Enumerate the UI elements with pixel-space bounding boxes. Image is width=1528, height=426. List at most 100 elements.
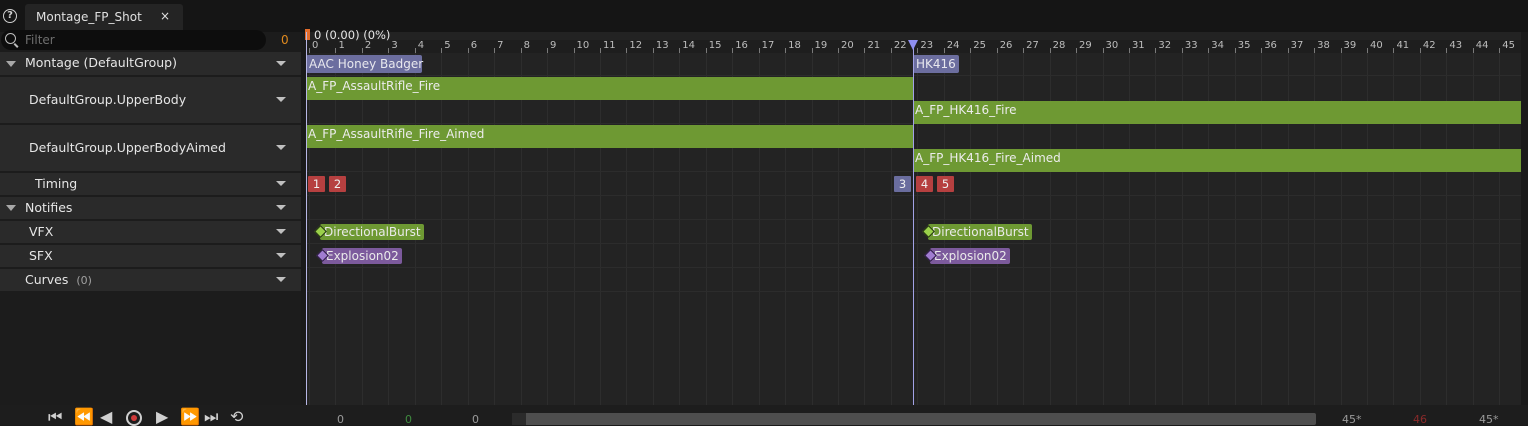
timing-marker[interactable]: 5 [937,176,954,192]
collapse-arrow-icon[interactable] [6,205,16,211]
ruler-tick [388,48,390,53]
collapse-arrow-icon[interactable] [6,61,16,67]
tab-montage[interactable]: Montage_FP_Shot × [25,4,183,30]
horizontal-scrollbar[interactable] [512,413,1316,425]
track-sfx[interactable]: SFX [0,245,301,267]
tab-title: Montage_FP_Shot [36,10,142,24]
grid-line [599,53,601,405]
track-upperbody[interactable]: DefaultGroup.UpperBody [0,77,301,123]
close-icon[interactable]: × [160,9,170,23]
work-end[interactable]: 45* [1479,413,1499,426]
ruler-tick-label: 22 [893,40,907,51]
track-vfx[interactable]: VFX [0,221,301,243]
ruler-tick-label: 19 [814,40,828,51]
filter-input[interactable] [25,31,255,49]
ruler-tick-label: 4 [417,40,425,51]
start-line [306,32,307,405]
time-readout: 0 (0.00) (0%) [314,28,391,42]
help-icon[interactable]: ? [3,9,17,23]
ruler-tick-label: 41 [1396,40,1410,51]
ruler-tick-label: 36 [1264,40,1277,51]
anim-segment[interactable]: A_FP_AssaultRifle_Fire_Aimed [306,125,913,148]
scrollbar-thumb-cap [512,413,526,425]
range-start[interactable]: 0 [337,413,344,426]
grid-line [626,53,628,405]
section-aac-honey-badger[interactable]: AAC Honey Badger [306,55,423,73]
grid-line [652,53,654,405]
filter-box[interactable] [1,30,266,50]
dropdown-arrow-icon[interactable] [276,229,286,234]
grid-line [811,53,813,405]
timing-marker[interactable]: 1 [308,176,325,192]
grid-line [309,53,310,405]
track-upperbody-aimed[interactable]: DefaultGroup.UpperBodyAimed [0,125,301,171]
ruler-tick-label: 18 [788,40,801,51]
track-montage-group[interactable]: Montage (DefaultGroup) [0,52,301,75]
track-label: Montage (DefaultGroup) [25,55,177,70]
ruler-tick-label: 3 [391,40,398,51]
step-back-icon[interactable]: ⏪ [74,409,94,425]
notify-label: Explosion02 [326,249,399,263]
current-frame[interactable]: 0 [405,413,412,426]
dropdown-arrow-icon[interactable] [276,253,286,258]
track-curves[interactable]: Curves (0) [0,269,301,291]
ruler-tick-label: 10 [576,40,590,51]
ruler-tick [414,48,416,53]
ruler-tick [1049,48,1051,53]
ruler-tick [1076,48,1078,53]
anim-segment[interactable]: A_FP_HK416_Fire_Aimed [913,149,1521,172]
section-hk416[interactable]: HK416 [913,55,959,73]
timing-marker[interactable]: 3 [894,176,911,192]
ruler-tick [1419,48,1421,53]
vfx-notify[interactable]: DirectionalBurst [314,224,424,240]
timing-marker[interactable]: 2 [329,176,346,192]
ruler-tick [785,48,787,53]
ruler-tick-label: 14 [682,40,696,51]
filter-count: 0 [281,33,289,47]
grid-line [732,53,734,405]
step-forward-icon[interactable]: ⏩ [180,409,200,425]
loop-icon[interactable]: ⟲ [230,409,243,425]
track-label: Timing [35,176,78,191]
dropdown-arrow-icon[interactable] [276,97,286,102]
ruler-tick [705,48,707,53]
track-timing[interactable]: Timing [0,173,301,195]
jump-to-end-icon[interactable]: ⏭ [204,409,218,425]
ruler-tick-label: 25 [973,40,986,51]
dropdown-arrow-icon[interactable] [276,205,286,210]
anim-segment[interactable]: A_FP_HK416_Fire [913,101,1521,124]
grid-line [573,53,575,405]
record-icon[interactable] [126,410,142,426]
track-notifies[interactable]: Notifies [0,197,301,219]
play-icon[interactable]: ▶ [156,409,168,425]
ruler-tick [626,48,628,53]
playhead-handle[interactable] [908,40,918,50]
view-end[interactable]: 45* [1342,413,1362,426]
ruler-tick-label: 9 [550,40,557,51]
ruler-tick-label: 24 [946,40,960,51]
ruler-tick [494,48,496,53]
ruler-tick-label: 21 [867,40,881,51]
dropdown-arrow-icon[interactable] [276,145,286,150]
playhead-line[interactable] [913,40,914,405]
ruler-tick-label: 20 [841,40,854,51]
grid-line [679,53,681,405]
timing-marker[interactable]: 4 [916,176,933,192]
vfx-notify[interactable]: DirectionalBurst [922,224,1032,240]
dropdown-arrow-icon[interactable] [276,181,286,186]
grid-line [467,53,469,405]
playback-end[interactable]: 46 [1413,413,1427,426]
ruler-tick [441,48,443,53]
jump-to-start-icon[interactable]: ⏮ [48,409,62,425]
ruler-tick-label: 6 [470,40,478,51]
play-reverse-icon[interactable]: ◀ [100,409,112,425]
ruler-tick [1340,48,1342,53]
vertical-scrollbar[interactable] [1521,32,1528,405]
sfx-notify[interactable]: Explosion02 [316,248,402,264]
dropdown-arrow-icon[interactable] [276,277,286,282]
sfx-notify[interactable]: Explosion02 [924,248,1010,264]
range-end[interactable]: 0 [472,413,479,426]
anim-segment[interactable]: A_FP_AssaultRifle_Fire [306,77,913,100]
curves-count: (0) [76,274,92,287]
dropdown-arrow-icon[interactable] [276,61,286,66]
